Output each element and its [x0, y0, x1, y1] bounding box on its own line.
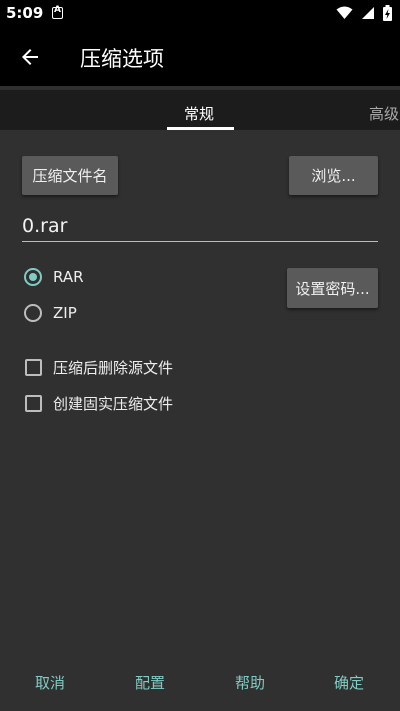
archive-name-button[interactable]: 压缩文件名 — [22, 156, 118, 195]
back-arrow-icon[interactable] — [18, 45, 42, 69]
radio-zip-label: ZIP — [53, 304, 77, 322]
checkbox-delete-source-label: 压缩后删除源文件 — [53, 359, 174, 377]
checkbox-solid-archive[interactable]: 创建固实压缩文件 — [25, 393, 173, 414]
radio-rar-label: RAR — [53, 268, 84, 286]
archive-name-input[interactable]: 0.rar — [22, 212, 378, 242]
page-title: 压缩选项 — [80, 47, 164, 71]
tab-indicator — [167, 127, 234, 130]
checkbox-unchecked-icon — [25, 395, 42, 412]
help-button[interactable]: 帮助 — [235, 672, 265, 693]
status-icons — [336, 5, 392, 21]
set-password-button[interactable]: 设置密码... — [287, 268, 378, 308]
checkbox-unchecked-icon — [25, 359, 42, 376]
ok-button[interactable]: 确定 — [334, 672, 364, 693]
config-button[interactable]: 配置 — [135, 672, 165, 693]
radio-checked-icon — [24, 268, 42, 286]
bottom-action-bar: 取消 配置 帮助 确定 — [0, 660, 400, 704]
notification-a-icon — [52, 5, 63, 19]
wifi-icon — [336, 6, 353, 19]
checkbox-solid-archive-label: 创建固实压缩文件 — [53, 395, 174, 413]
tab-advanced[interactable]: 高级 — [369, 103, 399, 124]
status-time: 5:09 — [6, 4, 44, 22]
checkbox-delete-source[interactable]: 压缩后删除源文件 — [25, 357, 173, 378]
app-bar: 压缩选项 — [0, 28, 400, 86]
browse-button[interactable]: 浏览... — [289, 156, 378, 195]
tab-general[interactable]: 常规 — [184, 103, 214, 124]
radio-rar[interactable]: RAR — [24, 268, 84, 286]
status-bar: 5:09 — [0, 0, 400, 28]
radio-zip[interactable]: ZIP — [24, 304, 77, 322]
radio-unchecked-icon — [24, 304, 42, 322]
signal-icon — [362, 7, 374, 19]
cancel-button[interactable]: 取消 — [35, 672, 65, 693]
tab-strip: 常规 高级 — [0, 90, 400, 130]
battery-charging-icon — [383, 5, 392, 21]
